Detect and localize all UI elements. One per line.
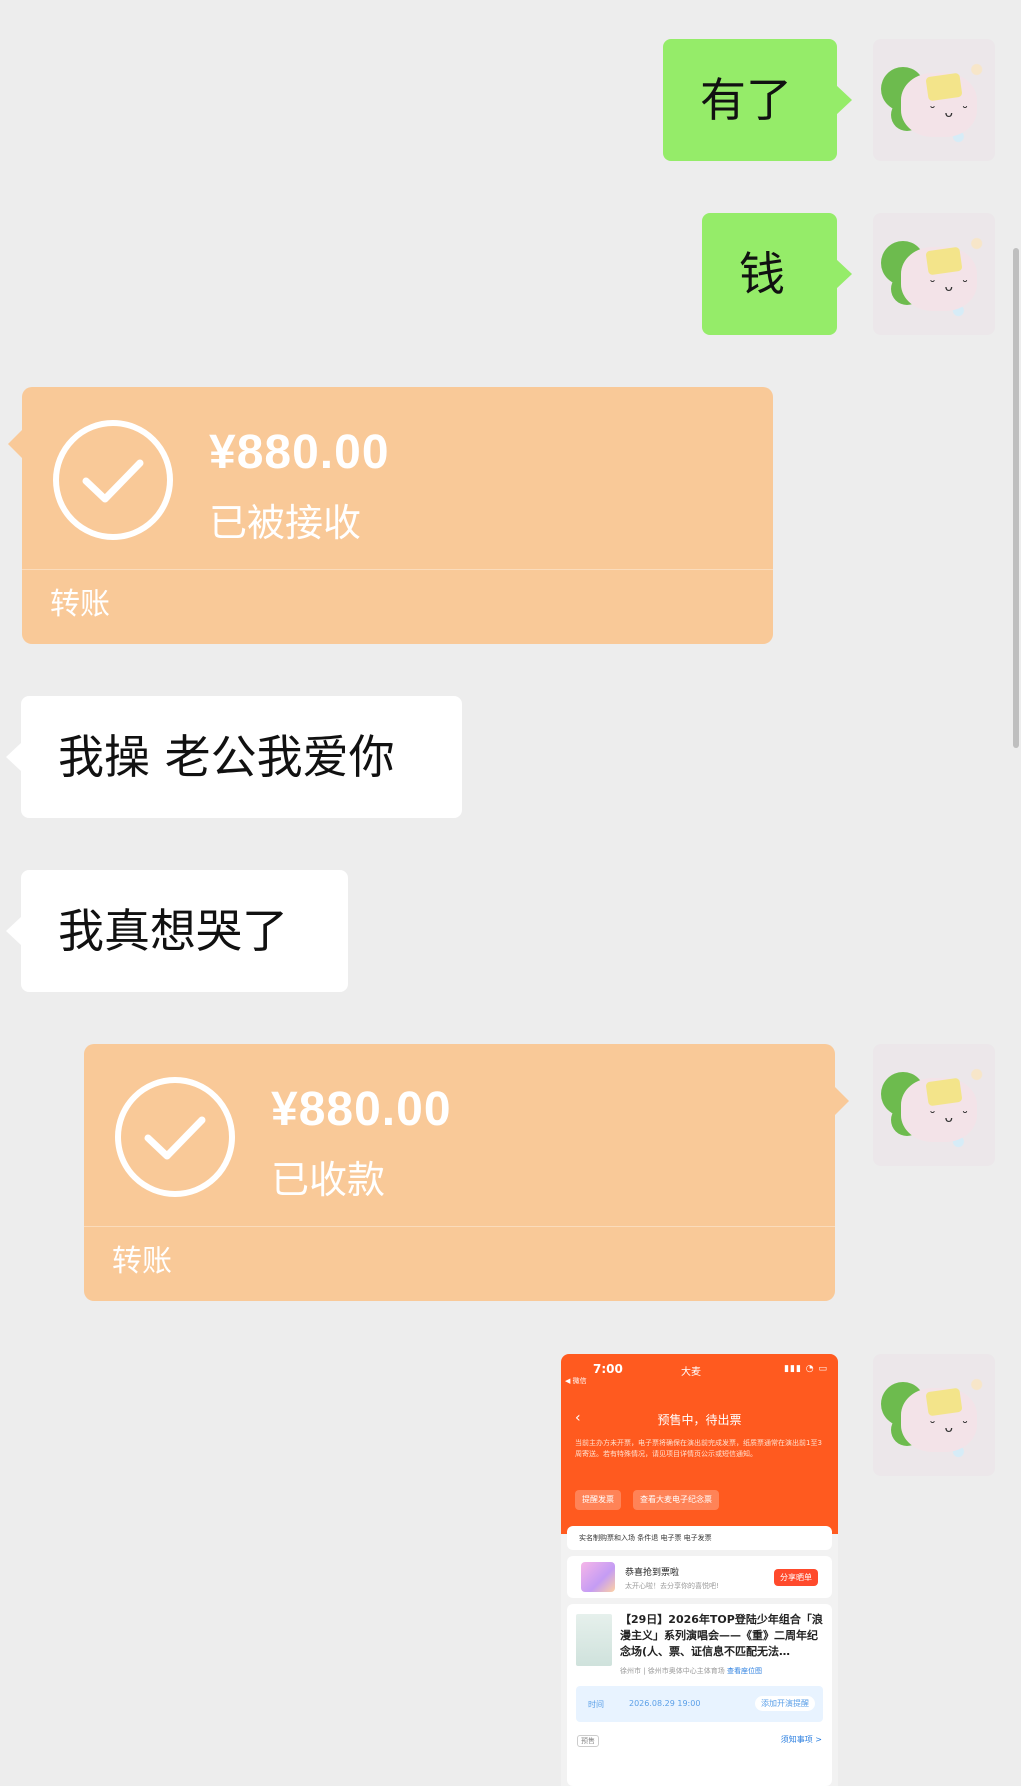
system-icons: ▮▮▮ ◔ ▭ (784, 1364, 828, 1374)
share-button: 分享晒单 (774, 1569, 818, 1586)
avatar[interactable]: ˘ ᴗ ˘ (873, 39, 995, 161)
event-title: 【29日】2026年TOP登陆少年组合「浪漫主义」系列演唱会——《重》二周年纪念… (620, 1613, 823, 1658)
message-text: 有了 (700, 73, 792, 127)
scrollbar[interactable] (1013, 248, 1019, 748)
success-subtitle: 太开心啦！去分享你的喜悦吧! (625, 1582, 719, 1590)
location-text: 徐州市 | 徐州市奥体中心主体育场 (620, 1667, 725, 1675)
event-card: 【29日】2026年TOP登陆少年组合「浪漫主义」系列演唱会——《重》二周年纪念… (567, 1604, 832, 1786)
message-bubble[interactable]: 我真想哭了 (6, 870, 348, 992)
message-bubble[interactable]: 钱 (702, 213, 852, 335)
transfer-amount: ¥880.00 (271, 1083, 452, 1136)
check-circle-icon (115, 1077, 235, 1197)
avatar[interactable]: ˘ ᴗ ˘ (873, 1354, 995, 1476)
message-bubble[interactable]: 我操 老公我爱你 (6, 696, 462, 818)
brand-name: 大麦 (681, 1367, 701, 1378)
transfer-status: 已收款 (271, 1158, 386, 1202)
chat-window: 有了 ˘ ᴗ ˘ 钱 ˘ ᴗ ˘ ¥880.00 已被接收 转账 我操 老公我爱… (0, 0, 1021, 1786)
souvenir-button: 查看大麦电子纪念票 (633, 1490, 719, 1510)
transfer-card[interactable]: ¥880.00 已收款 转账 (84, 1044, 849, 1301)
seat-map-link: 查看座位图 (727, 1667, 763, 1675)
success-title: 恭喜抢到票啦 (625, 1568, 680, 1578)
reminder-button: 添加开演提醒 (755, 1696, 815, 1711)
notice-link: 须知事项 > (780, 1735, 822, 1744)
success-card: 恭喜抢到票啦 太开心啦！去分享你的喜悦吧! 分享晒单 (567, 1556, 832, 1598)
order-status: 预售中，待出票 (657, 1413, 742, 1427)
transfer-amount: ¥880.00 (209, 426, 390, 479)
ticket-tags: 实名制购票和入场 条件退 电子票 电子发票 (567, 1526, 832, 1550)
event-location: 徐州市 | 徐州市奥体中心主体育场 查看座位图 (620, 1666, 762, 1676)
transfer-status: 已被接收 (209, 501, 362, 545)
back-to-app: ◀ 微信 (565, 1377, 587, 1385)
transfer-card[interactable]: ¥880.00 已被接收 转账 (8, 387, 773, 644)
transfer-label: 转账 (50, 587, 110, 622)
transfer-label: 转账 (112, 1244, 172, 1279)
image-message[interactable]: 7:00 ◀ 微信 大麦 ▮▮▮ ◔ ▭ ‹ 预售中，待出票 当前主办方未开票，… (561, 1354, 838, 1786)
divider (22, 569, 773, 570)
message-text: 钱 (739, 247, 785, 301)
time-bar: 时间 2026.08.29 19:00 添加开演提醒 (576, 1686, 823, 1722)
message-bubble[interactable]: 有了 (663, 39, 852, 161)
celebration-icon (581, 1562, 615, 1592)
presale-badge: 预售 (577, 1735, 599, 1747)
check-circle-icon (53, 420, 173, 540)
event-poster (576, 1614, 612, 1666)
message-text: 我操 老公我爱你 (58, 730, 395, 784)
time-value: 2026.08.29 19:00 (629, 1699, 701, 1708)
avatar[interactable]: ˘ ᴗ ˘ (873, 213, 995, 335)
order-notice: 当前主办方未开票，电子票将确保在演出前完成发票，纸质票通常在演出前1至3周寄送。… (575, 1439, 822, 1458)
invoice-button: 提醒发票 (575, 1490, 621, 1510)
divider (84, 1226, 835, 1227)
status-time: 7:00 (593, 1362, 623, 1376)
message-text: 我真想哭了 (58, 904, 288, 958)
avatar[interactable]: ˘ ᴗ ˘ (873, 1044, 995, 1166)
time-label: 时间 (588, 1700, 604, 1709)
